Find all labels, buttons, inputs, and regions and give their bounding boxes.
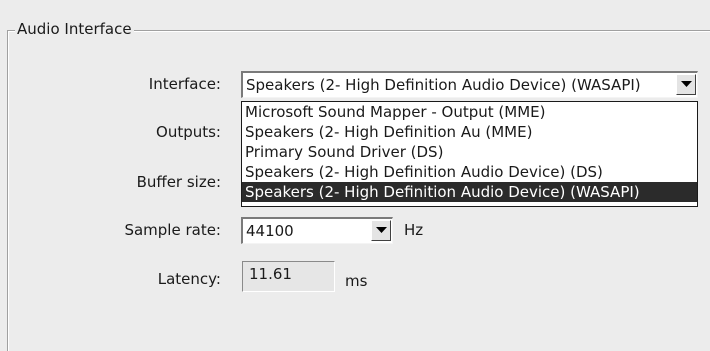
interface-option-5-selected[interactable]: Speakers (2- High Definition Audio Devic… xyxy=(242,182,697,202)
interface-label: Interface: xyxy=(148,75,221,93)
latency-field: 11.61 xyxy=(242,261,335,292)
sample-rate-select[interactable]: 44100 xyxy=(241,217,393,244)
outputs-label: Outputs: xyxy=(156,123,221,141)
sample-rate-label: Sample rate: xyxy=(124,221,221,239)
interface-option-4[interactable]: Speakers (2- High Definition Audio Devic… xyxy=(242,162,697,182)
interface-option-3[interactable]: Primary Sound Driver (DS) xyxy=(242,142,697,162)
sample-rate-unit: Hz xyxy=(404,221,424,239)
interface-select[interactable]: Speakers (2- High Definition Audio Devic… xyxy=(241,71,698,98)
latency-value: 11.61 xyxy=(249,265,292,283)
interface-dropdown-list[interactable]: Microsoft Sound Mapper - Output (MME) Sp… xyxy=(241,101,698,207)
chevron-down-icon xyxy=(376,227,387,233)
sample-rate-dropdown-button[interactable] xyxy=(371,220,391,241)
latency-label: Latency: xyxy=(157,270,221,288)
chevron-down-icon xyxy=(681,81,692,87)
sample-rate-value: 44100 xyxy=(246,222,294,240)
interface-select-value: Speakers (2- High Definition Audio Devic… xyxy=(246,76,641,94)
interface-option-2[interactable]: Speakers (2- High Definition Au (MME) xyxy=(242,122,697,142)
interface-option-1[interactable]: Microsoft Sound Mapper - Output (MME) xyxy=(242,102,697,122)
interface-dropdown-button[interactable] xyxy=(676,74,696,95)
latency-unit: ms xyxy=(345,272,368,290)
buffer-size-label: Buffer size: xyxy=(136,173,221,191)
groupbox-title: Audio Interface xyxy=(15,20,134,38)
